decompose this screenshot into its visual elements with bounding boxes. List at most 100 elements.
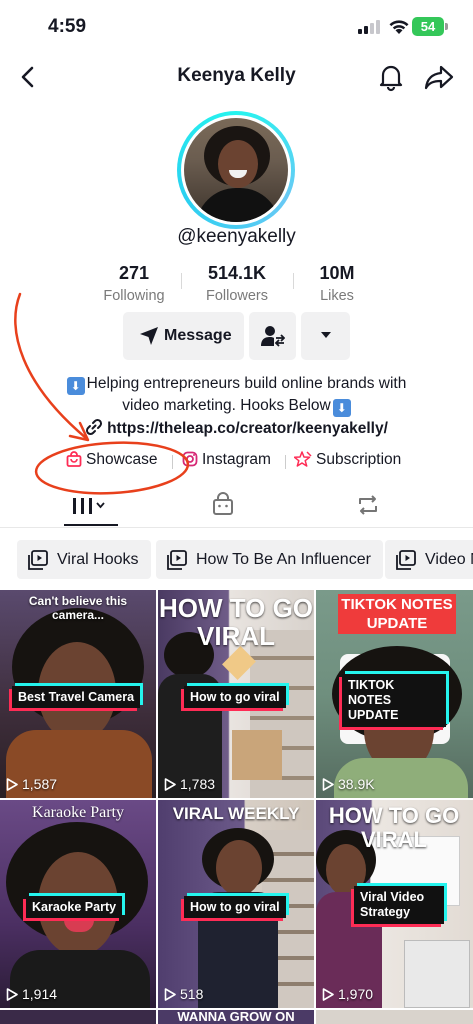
signal-icon [358,20,380,34]
play-icon [322,778,334,791]
stat-following[interactable]: 271 Following [79,263,189,304]
active-tab-indicator [64,524,118,526]
stat-value: 514.1K [207,263,267,283]
playlist-icon [28,550,48,570]
profile-header: Keenya Kelly [0,52,473,102]
playlist-chip[interactable]: How To Be An Influencer [156,540,383,579]
showcase-label: Showcase [86,451,158,468]
message-button[interactable]: Message [123,312,244,360]
playlist-label: Viral Hooks [57,551,139,568]
bio-line-2: video marketing. Hooks Below [122,397,331,414]
video-tile[interactable] [316,1010,473,1024]
video-caption: How to go viral [184,896,286,918]
profile-link[interactable]: https://theleap.co/creator/keenyakelly/ [0,418,473,438]
instagram-label: Instagram [202,451,271,468]
down-arrow-emoji-icon: ⬇ [66,377,85,395]
repost-icon [359,495,377,515]
tab-videos[interactable] [65,490,125,524]
battery-nub [445,23,448,30]
view-count: 1,970 [322,986,373,1002]
play-icon [6,988,18,1001]
video-caption: Karaoke Party [26,896,123,918]
playlist-label: How To Be An Influencer [196,551,371,568]
view-count-value: 1,914 [22,986,58,1002]
playlist-row: Viral Hooks How To Be An Influencer Vide… [17,540,473,580]
playlist-label: Video M [425,551,473,568]
video-tile[interactable]: VIRAL WEEKLY How to go viral 518 [158,800,314,1008]
view-count: 518 [164,986,203,1002]
video-overlay-text: HOW TO GO VIRAL [158,593,314,651]
instagram-icon [182,451,198,467]
battery-indicator: 54 [412,17,444,36]
video-caption: Best Travel Camera [12,686,141,708]
stat-label: Followers [205,288,269,304]
playlist-icon [396,550,416,570]
instagram-link[interactable]: Instagram [182,451,271,469]
play-icon [164,988,176,1001]
wifi-icon [389,20,409,34]
videos-grid-icon [73,498,105,514]
view-count: 1,587 [6,776,57,792]
video-tile[interactable]: HOW TO GO VIRAL Viral Video Strategy 1,9… [316,800,473,1008]
divider [172,455,173,469]
video-caption: Viral Video Strategy [354,886,444,924]
play-icon [6,778,18,791]
avatar [184,118,288,222]
profile-link-text: https://theleap.co/creator/keenyakelly/ [107,420,388,437]
video-tile[interactable] [0,1010,156,1024]
video-overlay-text: TIKTOK NOTES UPDATE [338,594,456,634]
avatar-ring[interactable] [177,111,295,229]
video-tile[interactable]: HOW TO GO VIRAL How to go viral 1,783 [158,590,314,798]
user-switch-icon [261,326,285,347]
username: @keenyakelly [177,226,296,247]
divider [285,455,286,469]
video-overlay-text: VIRAL WEEKLY [172,804,300,823]
view-count-value: 1,970 [338,986,374,1002]
send-icon [140,327,158,345]
video-tile[interactable]: WANNA GROW ON [158,1010,314,1024]
stat-likes: 10M Likes [282,263,392,304]
bio-line-1: Helping entrepreneurs build online brand… [86,375,407,392]
tab-reposts[interactable] [353,490,413,524]
view-count-value: 1,587 [22,776,58,792]
quick-links: Showcase Instagram Subscription [66,451,466,473]
caret-down-icon [321,332,331,338]
video-caption: TIKTOK NOTES UPDATE [342,674,446,727]
message-label: Message [164,327,232,344]
subscription-label: Subscription [316,451,402,468]
showcase-link[interactable]: Showcase [66,451,158,469]
video-overlay-text: HOW TO GO VIRAL [328,803,460,852]
video-overlay-text: Can't believe this camera... [28,594,128,622]
more-options-button[interactable] [301,312,350,360]
share-icon[interactable] [423,62,455,92]
view-count-value: 518 [180,986,204,1002]
playlist-icon [167,550,187,570]
stat-label: Following [103,288,165,304]
play-icon [164,778,176,791]
play-icon [322,988,334,1001]
stat-value: 271 [118,263,150,283]
view-count: 1,783 [164,776,215,792]
view-count: 1,914 [6,986,57,1002]
video-caption: How to go viral [184,686,286,708]
view-count: 38.9K [322,776,375,792]
status-time: 4:59 [48,16,87,37]
video-overlay-text: Karaoke Party [32,804,124,821]
shop-bag-icon [213,492,233,515]
video-tile[interactable]: Can't believe this camera... Best Travel… [0,590,156,798]
video-tile[interactable]: TIKTOK NOTES UPDATE TIKTOK NOTES UPDATE … [316,590,473,798]
subscription-link[interactable]: Subscription [293,451,402,469]
playlist-chip[interactable]: Video M [385,540,473,579]
tab-shop[interactable] [207,490,267,524]
status-bar: 4:59 54 [0,0,473,52]
link-icon [86,418,103,436]
stat-label: Likes [320,288,354,304]
view-count-value: 38.9K [338,776,375,792]
bio: ⬇ Helping entrepreneurs build online bran… [0,373,473,417]
suggested-friends-button[interactable] [249,312,296,360]
shopping-bag-icon [66,451,82,467]
playlist-chip[interactable]: Viral Hooks [17,540,151,579]
video-tile[interactable]: Karaoke Party Karaoke Party 1,914 [0,800,156,1008]
bell-icon[interactable] [377,62,405,92]
stat-followers[interactable]: 514.1K Followers [182,263,292,304]
